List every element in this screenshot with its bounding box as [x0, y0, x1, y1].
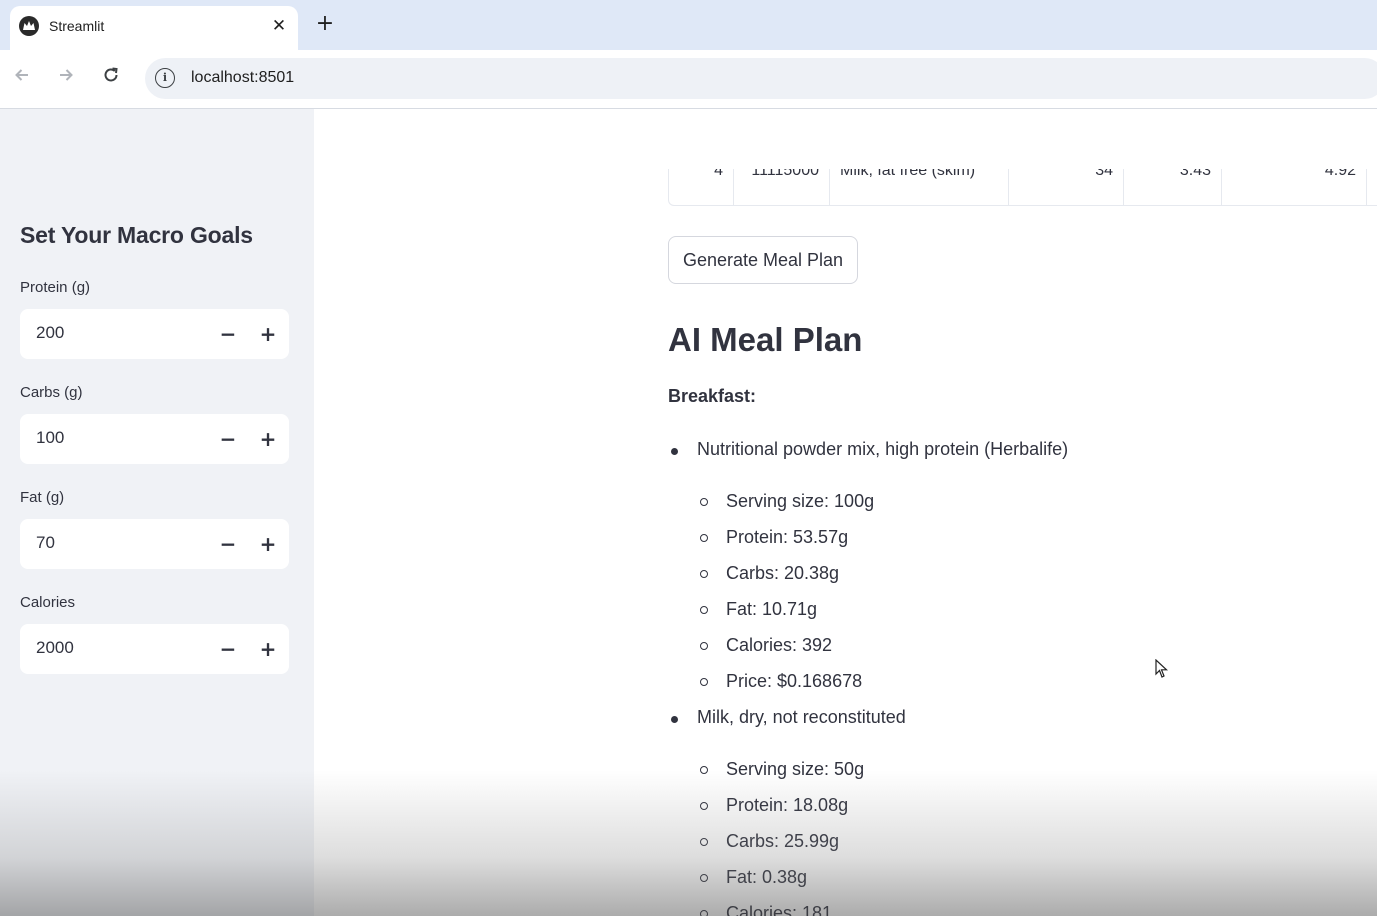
browser-tab[interactable]: Streamlit ✕ [10, 6, 298, 50]
protein-value[interactable]: 200 [36, 323, 64, 343]
streamlit-favicon-icon [19, 16, 39, 36]
new-tab-icon[interactable]: + [312, 12, 338, 38]
page-title: AI Meal Plan [668, 321, 863, 358]
detail-text: Serving size: 100g [726, 491, 875, 511]
circle-bullet-icon [700, 570, 708, 578]
generate-meal-plan-button[interactable]: Generate Meal Plan [668, 236, 858, 284]
site-info-icon[interactable]: i [155, 68, 175, 88]
table-cell-value: 34 [1009, 169, 1124, 205]
browser-nav-bar: i localhost:8501 [0, 50, 1377, 109]
protein-increment-button[interactable]: + [253, 319, 283, 349]
carbs-number-input[interactable]: 100 − + [20, 414, 289, 464]
detail-text: Calories: 392 [726, 635, 833, 655]
table-cell-index: 4 [669, 169, 734, 205]
detail-text: Serving size: 50g [726, 759, 865, 779]
forward-arrow-icon[interactable] [52, 65, 80, 93]
circle-bullet-icon [700, 802, 708, 810]
calories-value[interactable]: 2000 [36, 638, 74, 658]
detail-text: Protein: 53.57g [726, 527, 849, 547]
data-table[interactable]: 4 11115000 Milk, fat free (skim) 34 3.43… [668, 169, 1377, 206]
circle-bullet-icon [700, 642, 708, 650]
calories-label: Calories [20, 594, 76, 611]
sidebar-title: Set Your Macro Goals [20, 222, 253, 248]
circle-bullet-icon [700, 910, 708, 916]
detail-text: Fat: 10.71g [726, 599, 818, 619]
table-cell-value: 3.43 [1124, 169, 1222, 205]
circle-bullet-icon [700, 838, 708, 846]
tab-title: Streamlit [49, 18, 105, 34]
main-content: 4 11115000 Milk, fat free (skim) 34 3.43… [314, 109, 1377, 916]
carbs-decrement-button[interactable]: − [213, 424, 243, 454]
carbs-label: Carbs (g) [20, 384, 83, 401]
table-cell-id: 11115000 [734, 169, 830, 205]
carbs-value[interactable]: 100 [36, 428, 64, 448]
circle-bullet-icon [700, 498, 708, 506]
meal-heading: Breakfast: [668, 386, 757, 406]
reload-icon[interactable] [97, 65, 125, 93]
circle-bullet-icon [700, 606, 708, 614]
food-name: Milk, dry, not reconstituted [697, 707, 906, 727]
fat-value[interactable]: 70 [36, 533, 55, 553]
detail-text: Price: $0.168678 [726, 671, 863, 691]
fat-label: Fat (g) [20, 489, 65, 506]
calories-decrement-button[interactable]: − [213, 634, 243, 664]
fat-increment-button[interactable]: + [253, 529, 283, 559]
food-name: Nutritional powder mix, high protein (He… [697, 439, 1069, 459]
fat-number-input[interactable]: 70 − + [20, 519, 289, 569]
detail-text: Carbs: 25.99g [726, 831, 840, 851]
browser-tab-bar: Streamlit ✕ + [0, 0, 1377, 50]
detail-text: Calories: 181 [726, 903, 833, 916]
protein-decrement-button[interactable]: − [213, 319, 243, 349]
tab-close-icon[interactable]: ✕ [268, 15, 290, 37]
detail-text: Fat: 0.38g [726, 867, 808, 887]
fat-decrement-button[interactable]: − [213, 529, 243, 559]
sidebar: Set Your Macro Goals Protein (g) 200 − +… [0, 109, 314, 916]
circle-bullet-icon [700, 534, 708, 542]
carbs-increment-button[interactable]: + [253, 424, 283, 454]
bullet-icon [671, 448, 678, 455]
bullet-icon [671, 716, 678, 723]
calories-increment-button[interactable]: + [253, 634, 283, 664]
circle-bullet-icon [700, 766, 708, 774]
mouse-cursor-icon [1155, 658, 1169, 683]
back-arrow-icon[interactable] [8, 65, 36, 93]
url-text: localhost:8501 [191, 69, 295, 86]
table-cell-value: 4.92 [1222, 169, 1367, 205]
protein-number-input[interactable]: 200 − + [20, 309, 289, 359]
address-bar[interactable]: i localhost:8501 [145, 58, 1377, 99]
calories-number-input[interactable]: 2000 − + [20, 624, 289, 674]
detail-text: Protein: 18.08g [726, 795, 849, 815]
table-cell-name: Milk, fat free (skim) [830, 169, 1009, 205]
protein-label: Protein (g) [20, 279, 91, 296]
detail-text: Carbs: 20.38g [726, 563, 840, 583]
circle-bullet-icon [700, 874, 708, 882]
circle-bullet-icon [700, 678, 708, 686]
